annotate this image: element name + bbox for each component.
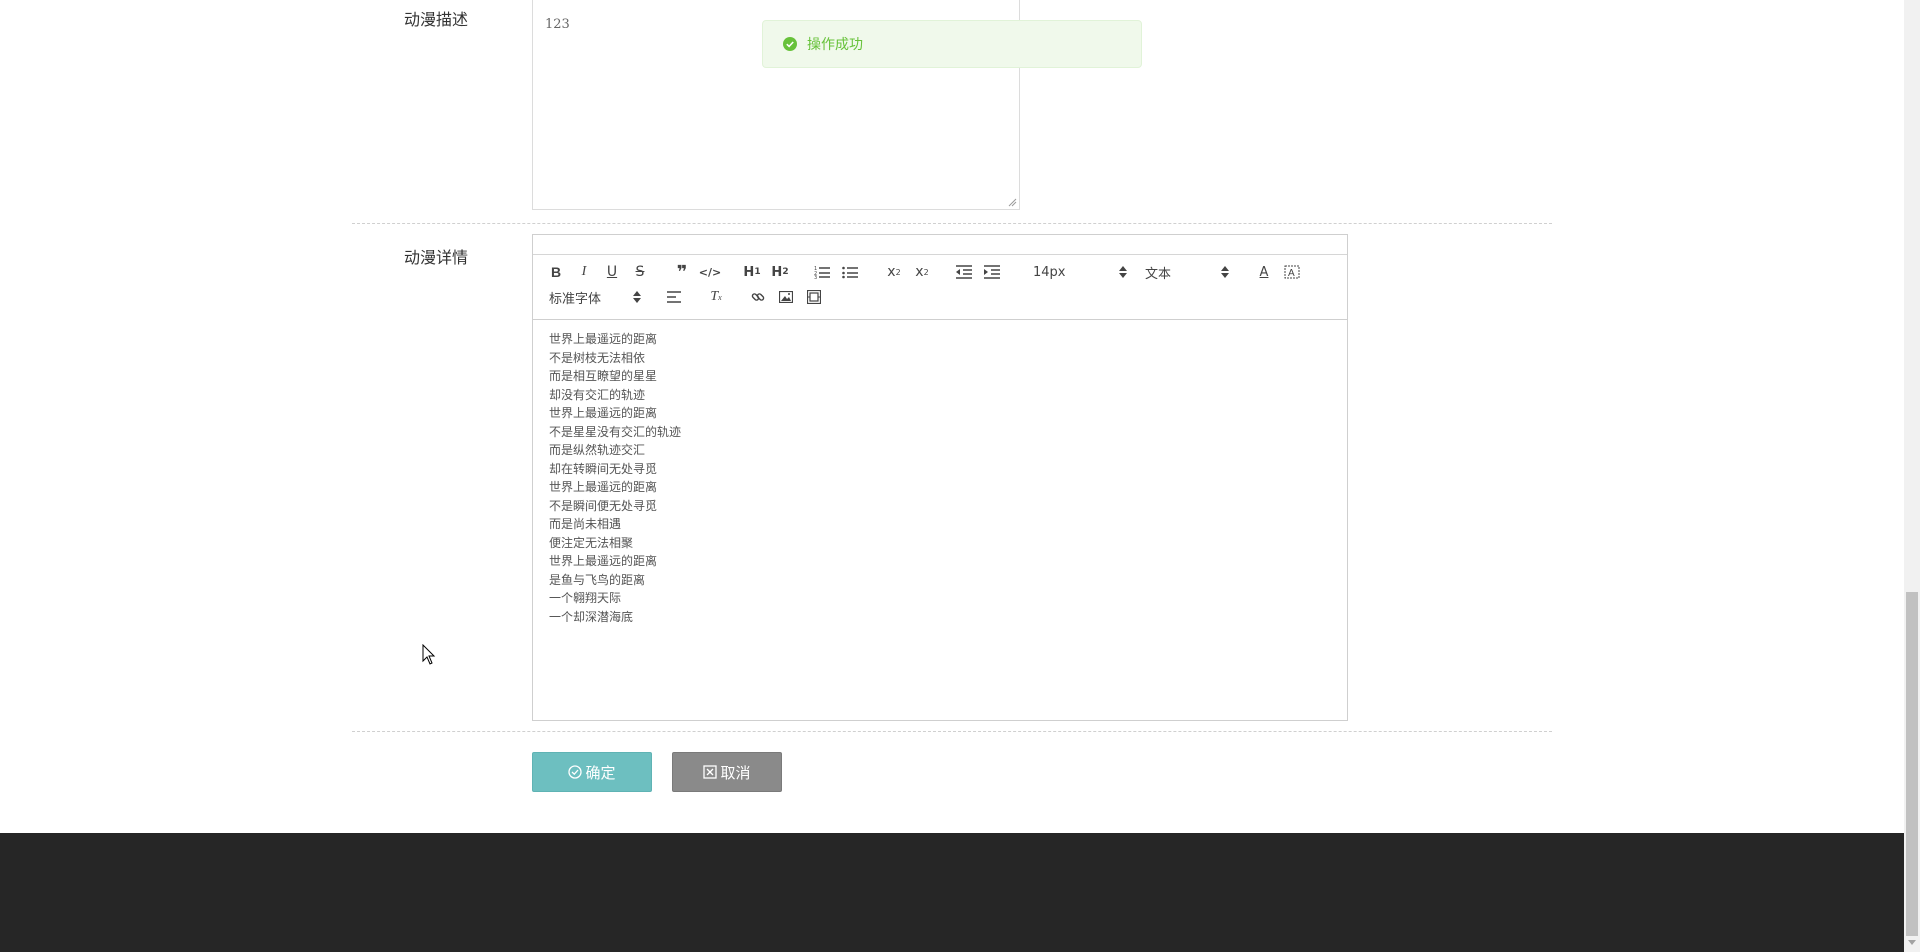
resize-grip-icon[interactable]	[1007, 197, 1017, 207]
editor-line: 世界上最遥远的距离	[549, 406, 658, 420]
page-scrollbar[interactable]	[1904, 0, 1920, 952]
background-color-icon[interactable]: A	[1281, 261, 1303, 283]
editor-line: 世界上最遥远的距离	[549, 554, 658, 568]
strikethrough-icon[interactable]: S	[629, 261, 651, 283]
font-family-value: 标准字体	[549, 291, 602, 307]
confirm-button[interactable]: 确定	[532, 752, 652, 792]
picker-arrows-icon	[633, 291, 641, 303]
success-toast: 操作成功	[762, 20, 1142, 68]
ordered-list-icon[interactable]: 123	[811, 261, 833, 283]
svg-text:3: 3	[814, 275, 817, 279]
success-icon	[783, 37, 797, 51]
editor-line: 是鱼与飞鸟的距离	[549, 572, 646, 587]
italic-icon[interactable]: I	[573, 261, 595, 283]
toast-message: 操作成功	[807, 37, 863, 53]
bullet-list-icon[interactable]	[839, 261, 861, 283]
editor-line: 不是树枝无法相依	[549, 350, 646, 365]
rich-text-editor[interactable]: B I U S ❞ </> H1 H2 123 x2 x2 14px 文本 A	[532, 234, 1348, 721]
header-2-icon[interactable]: H2	[769, 261, 791, 283]
scroll-down-arrow-icon[interactable]	[1908, 940, 1916, 945]
header-type-picker[interactable]: 文本	[1145, 261, 1229, 283]
blockquote-icon[interactable]: ❞	[671, 261, 693, 283]
code-block-icon[interactable]: </>	[699, 261, 721, 283]
editor-toolbar: B I U S ❞ </> H1 H2 123 x2 x2 14px 文本 A	[533, 255, 1347, 320]
image-icon[interactable]	[775, 286, 797, 308]
underline-icon[interactable]: U	[601, 261, 623, 283]
editor-line: 一个却深潜海底	[549, 609, 634, 624]
editor-line: 却在转瞬间无处寻觅	[549, 461, 658, 476]
bold-icon[interactable]: B	[545, 261, 567, 283]
editor-line: 一个翱翔天际	[549, 591, 622, 605]
text-color-icon[interactable]: A	[1253, 261, 1275, 283]
page-footer	[0, 833, 1904, 952]
editor-line: 而是纵然轨迹交汇	[549, 443, 646, 457]
detail-label: 动漫详情	[404, 248, 469, 267]
cancel-button-label: 取消	[720, 763, 751, 782]
editor-line: 而是尚未相遇	[549, 517, 622, 531]
clear-format-icon[interactable]: Tx	[705, 286, 727, 308]
editor-top-strip	[533, 235, 1347, 255]
superscript-icon[interactable]: x2	[911, 261, 933, 283]
editor-line: 便注定无法相聚	[549, 535, 634, 550]
picker-arrows-icon	[1221, 266, 1229, 278]
close-square-icon	[703, 765, 718, 779]
header-type-value: 文本	[1145, 266, 1172, 282]
subscript-icon[interactable]: x2	[883, 261, 905, 283]
font-size-value: 14px	[1033, 264, 1066, 280]
editor-content[interactable]: 世界上最遥远的距离 不是树枝无法相依 而是相互瞭望的星星 却没有交汇的轨迹 世界上最遥远…	[533, 320, 1347, 720]
editor-line: 却没有交汇的轨迹	[549, 387, 646, 402]
editor-line: 不是瞬间便无处寻觅	[549, 498, 658, 513]
editor-line: 世界上最遥远的距离	[549, 332, 658, 346]
editor-line: 不是星星没有交汇的轨迹	[549, 424, 682, 439]
svg-text:A: A	[1288, 268, 1295, 279]
header-1-icon[interactable]: H1	[741, 261, 763, 283]
row-divider	[352, 731, 1552, 732]
cancel-button[interactable]: 取消	[672, 752, 782, 792]
outdent-icon[interactable]	[953, 261, 975, 283]
font-size-picker[interactable]: 14px	[1033, 261, 1127, 283]
scrollbar-thumb[interactable]	[1906, 592, 1918, 936]
mouse-cursor-icon	[422, 644, 436, 665]
align-icon[interactable]	[663, 286, 685, 308]
video-icon[interactable]	[803, 286, 825, 308]
editor-line: 世界上最遥远的距离	[549, 480, 658, 494]
row-divider	[352, 223, 1552, 224]
confirm-button-label: 确定	[585, 763, 616, 782]
description-label: 动漫描述	[404, 10, 469, 29]
indent-icon[interactable]	[981, 261, 1003, 283]
link-icon[interactable]	[747, 286, 769, 308]
check-circle-icon	[568, 765, 583, 779]
picker-arrows-icon	[1119, 266, 1127, 278]
editor-line: 而是相互瞭望的星星	[549, 369, 658, 383]
font-family-picker[interactable]: 标准字体	[549, 286, 641, 308]
